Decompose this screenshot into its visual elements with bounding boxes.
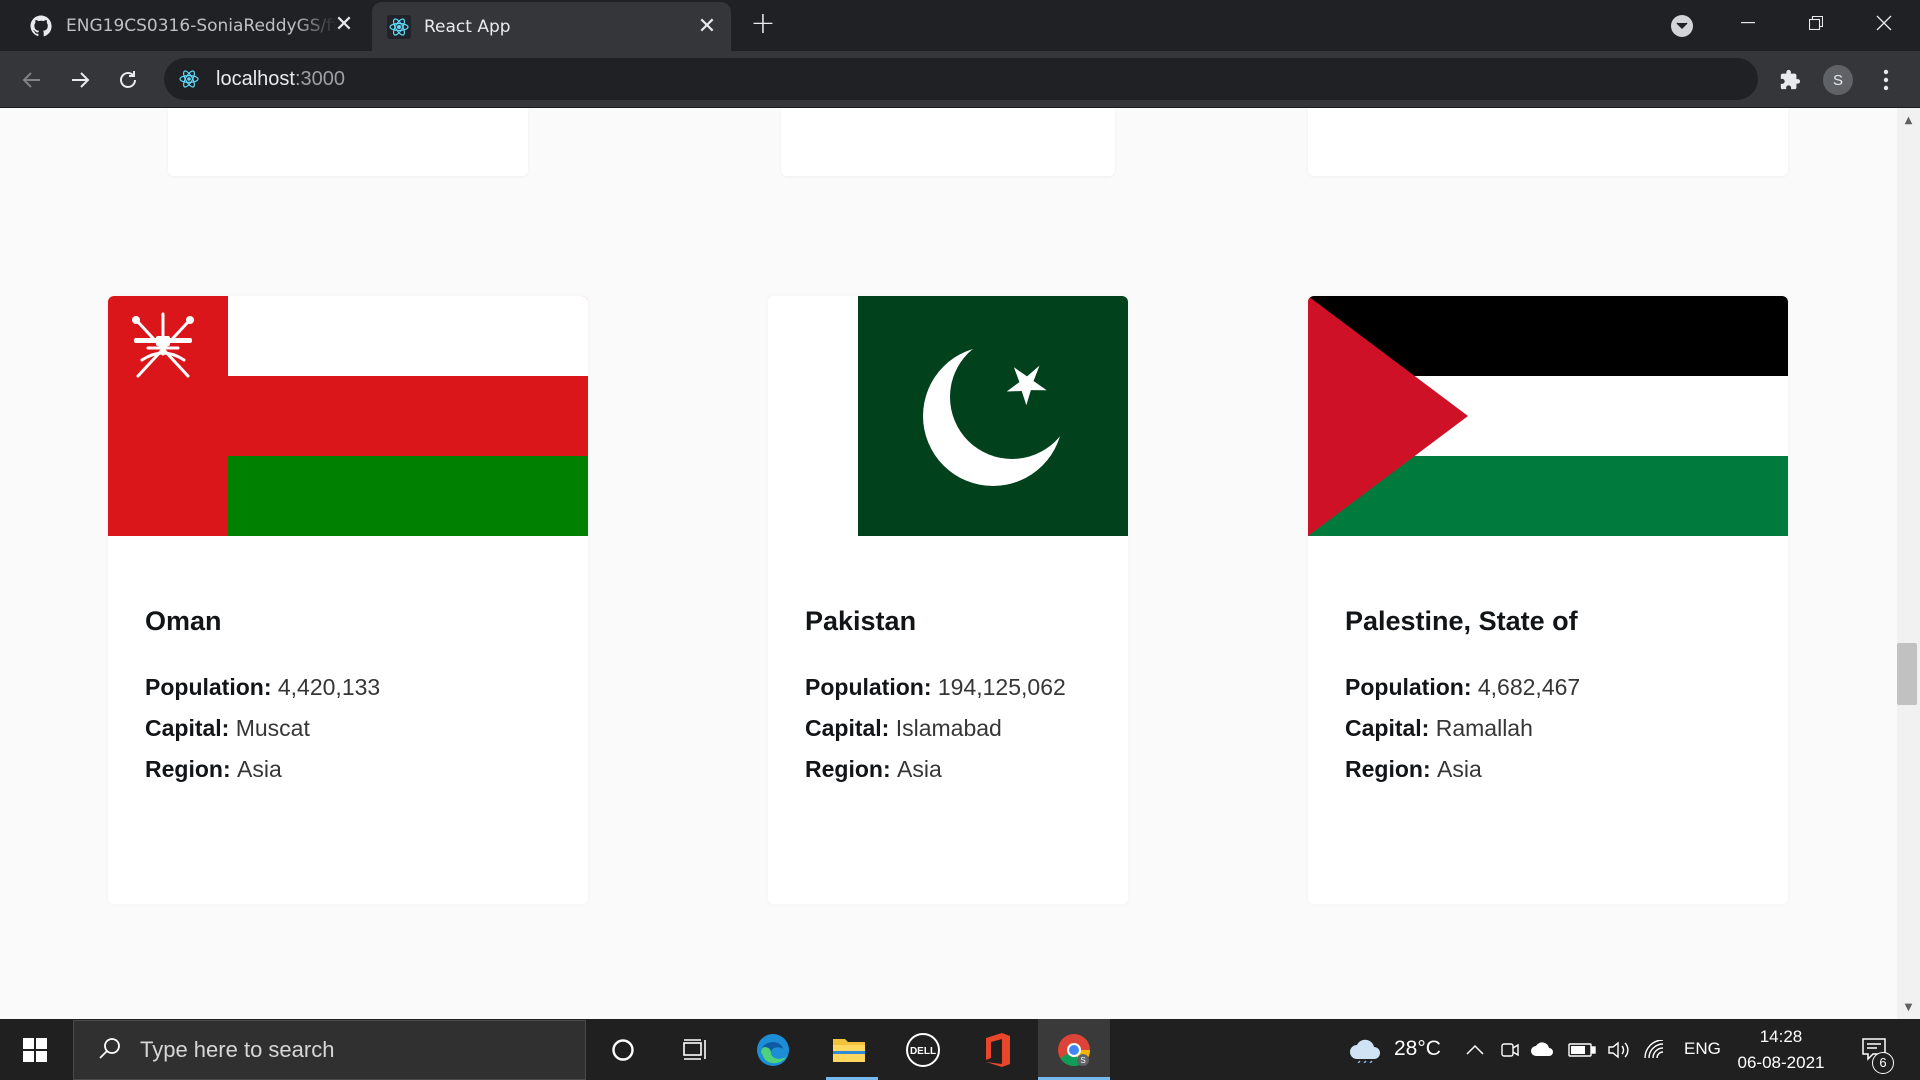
url-host: localhost bbox=[216, 67, 295, 90]
volume-icon[interactable] bbox=[1605, 1019, 1633, 1080]
capital-label: Capital: bbox=[1345, 715, 1430, 741]
region-row: Region: Asia bbox=[1345, 749, 1580, 790]
population-row: Population: 194,125,062 bbox=[805, 667, 1066, 708]
clock-time[interactable]: 14:28 bbox=[1736, 1027, 1826, 1047]
region-label: Region: bbox=[1345, 756, 1431, 782]
task-view-icon[interactable] bbox=[671, 1019, 721, 1080]
capital-row: Capital: Muscat bbox=[145, 708, 380, 749]
country-card[interactable]: Pakistan Population: 194,125,062 Capital… bbox=[768, 296, 1128, 904]
region-label: Region: bbox=[805, 756, 891, 782]
show-hidden-icons-chevron-icon[interactable] bbox=[1460, 1019, 1490, 1080]
country-card[interactable]: Palestine, State of Population: 4,682,46… bbox=[1308, 296, 1788, 904]
browser-toolbar: localhost:3000 S bbox=[0, 51, 1920, 108]
capital-value: Muscat bbox=[235, 715, 310, 741]
country-name[interactable]: Palestine, State of bbox=[1345, 606, 1580, 637]
forward-button[interactable] bbox=[62, 62, 98, 98]
close-tab-icon[interactable]: ✕ bbox=[695, 15, 719, 39]
reload-button[interactable] bbox=[110, 62, 146, 98]
country-name[interactable]: Pakistan bbox=[805, 606, 1066, 637]
back-button[interactable] bbox=[14, 62, 50, 98]
country-card[interactable]: Oman Population: 4,420,133 Capital: Musc… bbox=[108, 296, 588, 904]
temperature[interactable]: 28°C bbox=[1394, 1037, 1441, 1061]
new-tab-button[interactable]: + bbox=[748, 9, 778, 40]
clock-date[interactable]: 06-08-2021 bbox=[1728, 1053, 1834, 1073]
capital-row: Capital: Ramallah bbox=[1345, 708, 1580, 749]
oman-flag bbox=[108, 296, 588, 536]
capital-value: Ramallah bbox=[1435, 715, 1533, 741]
svg-text:DELL: DELL bbox=[910, 1046, 936, 1057]
minimize-button[interactable] bbox=[1720, 0, 1776, 46]
search-icon bbox=[98, 1036, 122, 1064]
menu-kebab-icon[interactable] bbox=[1868, 62, 1904, 98]
file-explorer-icon[interactable] bbox=[820, 1019, 878, 1080]
region-value: Asia bbox=[237, 756, 282, 782]
tab-title: ENG19CS0316-SoniaReddyGS/fin bbox=[66, 15, 336, 36]
restore-button[interactable] bbox=[1788, 0, 1844, 46]
notification-count-badge: 6 bbox=[1872, 1052, 1894, 1074]
close-window-button[interactable] bbox=[1856, 0, 1912, 46]
edge-icon[interactable] bbox=[746, 1019, 800, 1080]
region-label: Region: bbox=[145, 756, 231, 782]
population-value: 4,420,133 bbox=[277, 674, 381, 700]
dell-icon[interactable]: DELL bbox=[895, 1019, 951, 1080]
address-bar[interactable]: localhost:3000 bbox=[164, 58, 1758, 100]
taskbar-search-box[interactable]: Type here to search bbox=[73, 1020, 586, 1080]
tab-title: React App bbox=[424, 16, 511, 37]
scroll-down-arrow-icon[interactable]: ▼ bbox=[1897, 997, 1920, 1017]
country-info: Palestine, State of Population: 4,682,46… bbox=[1345, 606, 1580, 790]
url-port: :3000 bbox=[294, 67, 345, 90]
population-value: 194,125,062 bbox=[937, 674, 1066, 700]
react-icon bbox=[178, 68, 200, 90]
pakistan-flag bbox=[768, 296, 1128, 536]
country-card-partial[interactable] bbox=[168, 108, 528, 176]
region-value: Asia bbox=[1437, 756, 1482, 782]
close-tab-icon[interactable]: ✕ bbox=[332, 13, 356, 37]
page-viewport: Oman Population: 4,420,133 Capital: Musc… bbox=[0, 108, 1897, 1019]
onedrive-icon[interactable] bbox=[1528, 1019, 1558, 1080]
react-icon bbox=[386, 14, 412, 40]
country-info: Pakistan Population: 194,125,062 Capital… bbox=[805, 606, 1066, 790]
windows-taskbar: Type here to search DELL S 28°C ENG 14:2… bbox=[0, 1019, 1920, 1080]
battery-icon[interactable] bbox=[1567, 1019, 1597, 1080]
svg-text:S: S bbox=[1080, 1056, 1085, 1065]
population-value: 4,682,467 bbox=[1477, 674, 1581, 700]
population-label: Population: bbox=[1345, 674, 1472, 700]
country-name[interactable]: Oman bbox=[145, 606, 380, 637]
tab-search-icon[interactable] bbox=[1671, 15, 1693, 37]
region-row: Region: Asia bbox=[145, 749, 380, 790]
region-value: Asia bbox=[897, 756, 942, 782]
github-icon bbox=[28, 13, 54, 39]
tab-github[interactable]: ENG19CS0316-SoniaReddyGS/fin ✕ bbox=[14, 0, 368, 51]
country-info: Oman Population: 4,420,133 Capital: Musc… bbox=[145, 606, 380, 790]
capital-label: Capital: bbox=[805, 715, 890, 741]
extensions-icon[interactable] bbox=[1772, 62, 1808, 98]
browser-tab-strip: ENG19CS0316-SoniaReddyGS/fin ✕ React App… bbox=[0, 0, 1920, 51]
meet-now-icon[interactable] bbox=[1497, 1019, 1523, 1080]
country-card-partial[interactable] bbox=[1308, 108, 1788, 176]
search-placeholder: Type here to search bbox=[140, 1037, 335, 1062]
scroll-up-arrow-icon[interactable]: ▲ bbox=[1897, 110, 1920, 130]
windows-start-icon[interactable] bbox=[0, 1019, 70, 1080]
scrollbar-thumb[interactable] bbox=[1897, 643, 1917, 705]
wifi-icon[interactable] bbox=[1641, 1019, 1669, 1080]
vertical-scrollbar[interactable]: ▲ ▼ bbox=[1897, 108, 1920, 1019]
region-row: Region: Asia bbox=[805, 749, 1066, 790]
office-icon[interactable] bbox=[970, 1019, 1026, 1080]
population-row: Population: 4,682,467 bbox=[1345, 667, 1580, 708]
chrome-icon[interactable]: S bbox=[1038, 1019, 1110, 1080]
weather-cloud-icon[interactable] bbox=[1345, 1019, 1385, 1080]
capital-label: Capital: bbox=[145, 715, 230, 741]
capital-value: Islamabad bbox=[895, 715, 1002, 741]
language-indicator[interactable]: ENG bbox=[1684, 1039, 1721, 1059]
population-row: Population: 4,420,133 bbox=[145, 667, 380, 708]
country-card-partial[interactable] bbox=[781, 108, 1115, 176]
tab-react-app[interactable]: React App ✕ bbox=[372, 2, 731, 51]
palestine-flag bbox=[1308, 296, 1788, 536]
population-label: Population: bbox=[145, 674, 272, 700]
capital-row: Capital: Islamabad bbox=[805, 708, 1066, 749]
cortana-icon[interactable] bbox=[598, 1019, 648, 1080]
population-label: Population: bbox=[805, 674, 932, 700]
profile-avatar[interactable]: S bbox=[1823, 65, 1853, 95]
